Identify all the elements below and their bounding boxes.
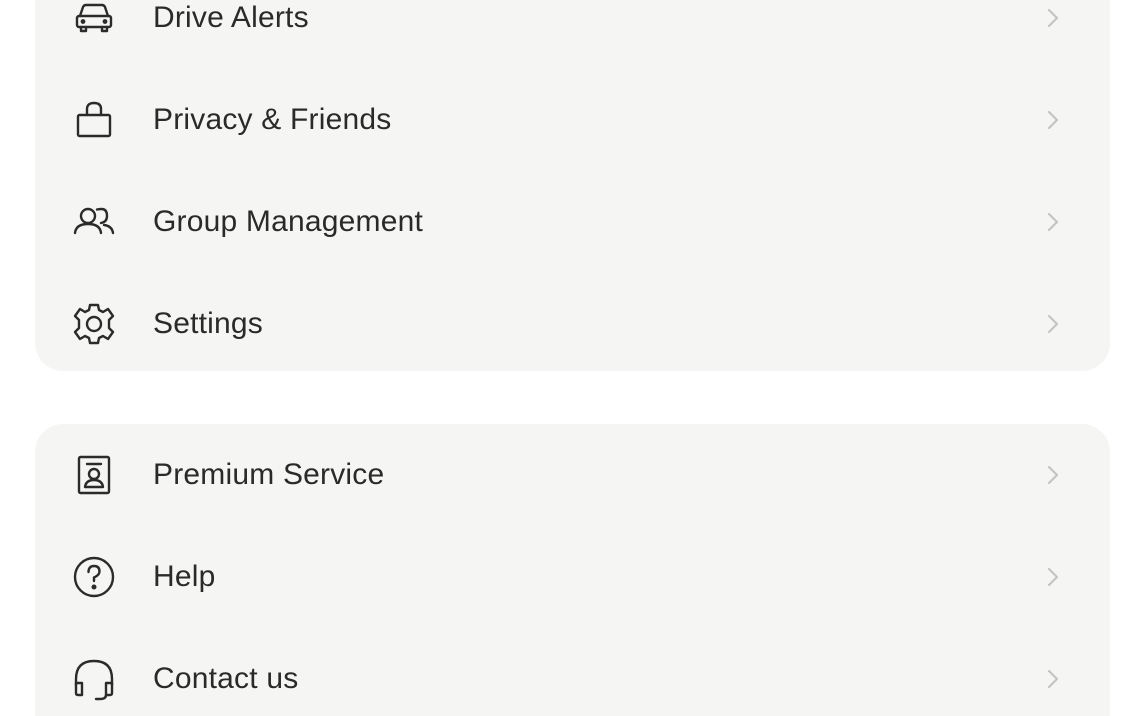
chevron-right-icon <box>1045 312 1061 336</box>
menu-item-label: Group Management <box>153 205 424 238</box>
help-circle-icon <box>70 553 118 601</box>
menu-item-label: Drive Alerts <box>153 1 309 34</box>
chevron-right-icon <box>1045 108 1061 132</box>
headset-icon <box>70 655 118 703</box>
menu-item-label: Contact us <box>153 662 299 695</box>
chevron-right-icon <box>1045 463 1061 487</box>
chevron-right-icon <box>1045 667 1061 691</box>
chevron-right-icon <box>1045 210 1061 234</box>
menu-item-contact-us[interactable]: Contact us <box>35 628 1110 716</box>
chevron-right-icon <box>1045 565 1061 589</box>
menu-item-label: Settings <box>153 307 263 340</box>
id-badge-icon <box>70 451 118 499</box>
menu-item-premium-service[interactable]: Premium Service <box>35 424 1110 526</box>
group-icon <box>70 198 118 246</box>
account-menu-card: Drive Alerts Privacy & Friends Group Man… <box>35 0 1110 371</box>
menu-item-label: Privacy & Friends <box>153 103 392 136</box>
menu-item-label: Help <box>153 560 216 593</box>
lock-icon <box>70 96 118 144</box>
menu-page: Drive Alerts Privacy & Friends Group Man… <box>0 0 1146 716</box>
menu-item-label: Premium Service <box>153 458 385 491</box>
chevron-right-icon <box>1045 6 1061 30</box>
support-menu-card: Premium Service Help Contact us <box>35 424 1110 716</box>
menu-item-settings[interactable]: Settings <box>35 273 1110 375</box>
car-icon <box>70 0 118 42</box>
menu-item-privacy-friends[interactable]: Privacy & Friends <box>35 69 1110 171</box>
menu-item-drive-alerts[interactable]: Drive Alerts <box>35 0 1110 69</box>
menu-item-group-management[interactable]: Group Management <box>35 171 1110 273</box>
menu-item-help[interactable]: Help <box>35 526 1110 628</box>
gear-icon <box>70 300 118 348</box>
